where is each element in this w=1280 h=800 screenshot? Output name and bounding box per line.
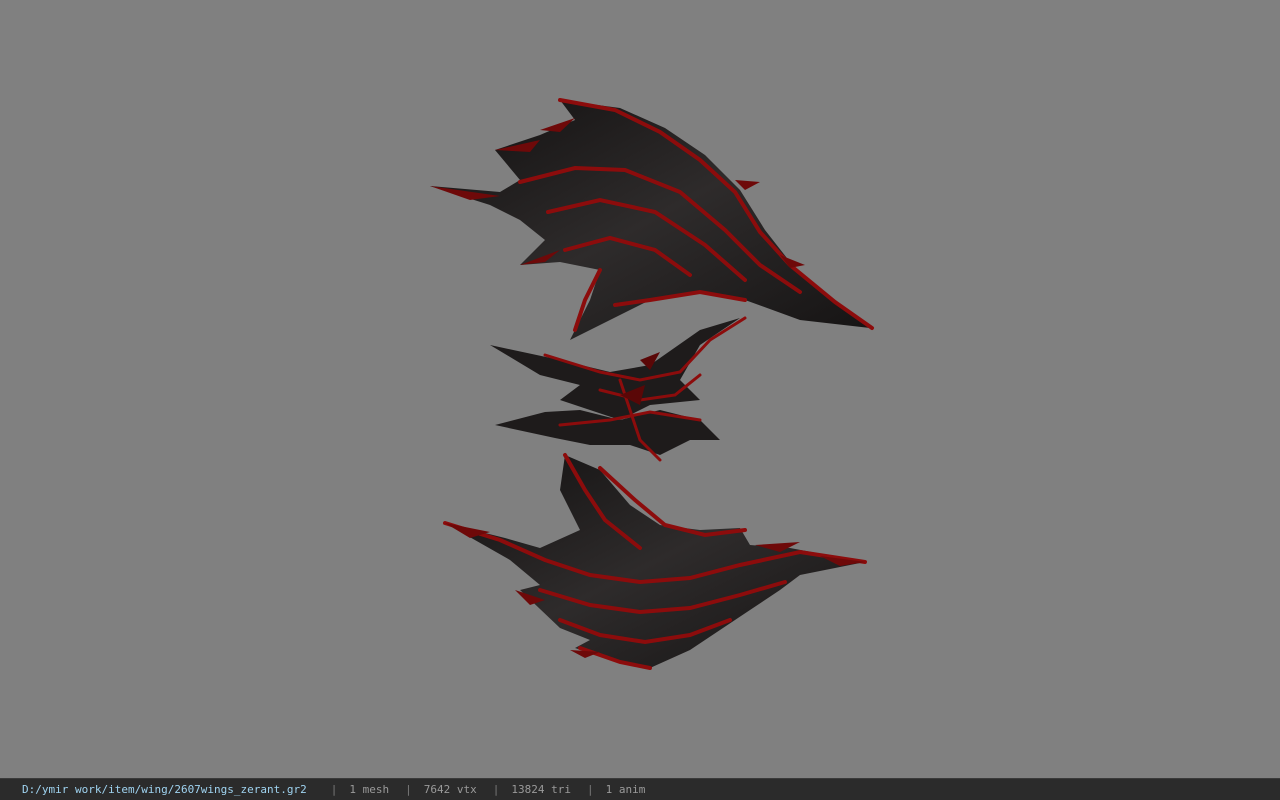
upper-wing-membrane	[430, 100, 870, 340]
lower-wing	[443, 453, 867, 670]
separator: |	[587, 783, 594, 796]
separator: |	[330, 783, 338, 796]
lower-wing-membrane	[445, 455, 865, 668]
file-path: D:/ymir work/item/wing/2607wings_zerant.…	[22, 783, 307, 796]
mesh-count: 1 mesh	[349, 783, 390, 796]
wings-model	[430, 98, 874, 670]
upper-wing	[430, 98, 874, 340]
triangle-count: 13824 tri	[511, 783, 571, 796]
vertex-count: 7642 vtx	[423, 783, 477, 796]
status-bar: D:/ymir work/item/wing/2607wings_zerant.…	[0, 778, 1280, 800]
separator: |	[492, 783, 500, 796]
wing-core	[490, 316, 747, 462]
animation-count: 1 anim	[605, 783, 646, 796]
3d-viewport[interactable]	[0, 0, 1280, 778]
separator: |	[405, 783, 412, 796]
